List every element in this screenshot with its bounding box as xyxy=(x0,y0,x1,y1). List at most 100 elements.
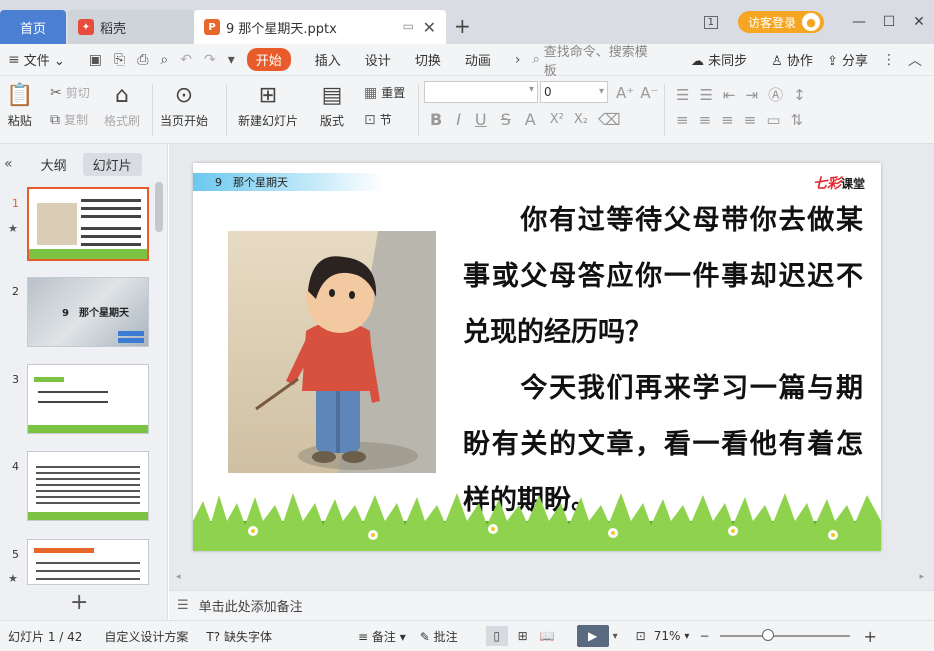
reset-button[interactable]: ▦ 重置 xyxy=(364,84,405,101)
file-menu[interactable]: 文件 ⌄ xyxy=(24,50,65,69)
panel-scrollbar[interactable] xyxy=(155,182,163,232)
underline-icon[interactable]: U xyxy=(475,110,487,129)
add-slide-button[interactable]: + xyxy=(70,590,88,615)
format-painter-button[interactable]: ⌂ 格式刷 xyxy=(104,80,140,129)
save-icon[interactable]: ▣ xyxy=(89,52,102,68)
close-tab-icon[interactable]: ✕ xyxy=(423,18,436,37)
increase-indent-icon[interactable]: ⇥ xyxy=(745,86,768,104)
slide-thumbnail-2[interactable]: 9 那个星期天 xyxy=(27,277,149,347)
bold-icon[interactable]: B xyxy=(430,110,442,129)
more-menus-icon[interactable]: › xyxy=(515,52,521,68)
redo-icon[interactable]: ↷ xyxy=(204,52,216,68)
zoom-chevron-icon[interactable]: ▾ xyxy=(684,631,689,642)
thumb-text xyxy=(36,562,140,564)
comments-toggle[interactable]: ✎ 批注 xyxy=(420,628,458,645)
new-tab-button[interactable]: + xyxy=(454,14,471,38)
canvas-scrollbar[interactable]: ◂ ▸ xyxy=(176,572,924,584)
monitor-icon[interactable]: ▭ xyxy=(403,19,414,33)
tab-home[interactable]: 首页 xyxy=(0,10,66,44)
slideshow-play-button[interactable]: ▶ xyxy=(576,625,609,647)
undo-icon[interactable]: ↶ xyxy=(180,52,192,68)
theme-name[interactable]: 自定义设计方案 xyxy=(104,628,188,645)
tab-outline[interactable]: 大纲 xyxy=(31,153,77,176)
menu-item-animation[interactable]: 动画 xyxy=(465,50,491,69)
align-right-icon[interactable]: ≡ xyxy=(721,111,744,129)
menu-item-home[interactable]: 开始 xyxy=(246,48,291,71)
reading-view-icon[interactable]: 📖 xyxy=(540,629,555,643)
scroll-right-icon[interactable]: ▸ xyxy=(919,572,924,582)
notes-pane[interactable]: ☰ 单击此处添加备注 xyxy=(169,590,934,620)
fit-window-icon[interactable]: ⊡ xyxy=(636,629,646,643)
align-center-icon[interactable]: ≡ xyxy=(699,111,722,129)
slide-body-text[interactable]: 你有过等待父母带你去做某事或父母答应你一件事却迟迟不兑现的经历吗？ 今天我们再来… xyxy=(463,193,863,529)
login-button[interactable]: 访客登录 ● xyxy=(737,11,824,33)
shrink-font-icon[interactable]: A⁻ xyxy=(640,84,658,102)
line-spacing-icon[interactable]: ↕ xyxy=(793,86,816,104)
numbered-list-icon[interactable]: ☰ xyxy=(699,86,722,104)
menu-item-insert[interactable]: 插入 xyxy=(315,50,341,69)
export-icon[interactable]: ⎘ xyxy=(114,52,125,68)
window-count-badge[interactable]: 1 xyxy=(703,15,718,29)
layout-button[interactable]: ▤ 版式 xyxy=(320,80,344,129)
preview-icon[interactable]: ⌕ xyxy=(160,52,168,68)
slide-thumbnail-4[interactable] xyxy=(27,451,149,521)
subscript-icon[interactable]: X₂ xyxy=(574,112,588,127)
superscript-icon[interactable]: X² xyxy=(550,112,564,127)
slide-sorter-icon[interactable]: ⊞ xyxy=(518,629,528,643)
slide-thumbnail-1[interactable] xyxy=(27,187,149,261)
font-name-select[interactable]: ▾ xyxy=(424,81,538,103)
customize-icon[interactable]: ▾ xyxy=(228,52,235,68)
notes-toggle[interactable]: ≡ 备注 ▾ xyxy=(358,628,406,645)
strikethrough-icon[interactable]: S xyxy=(501,110,511,129)
thumb2-title: 9 那个星期天 xyxy=(62,308,129,319)
align-left-icon[interactable]: ≡ xyxy=(676,111,699,129)
collapse-panel-icon[interactable]: « xyxy=(4,156,13,172)
share-button[interactable]: ⇪ 分享 xyxy=(827,50,868,69)
sync-button[interactable]: ☁ 未同步 xyxy=(691,50,747,69)
slide-thumbnail-5[interactable] xyxy=(27,539,149,585)
zoom-slider[interactable] xyxy=(719,629,850,641)
italic-icon[interactable]: I xyxy=(456,110,461,129)
menu-icon[interactable]: ≡ xyxy=(8,52,20,68)
decrease-indent-icon[interactable]: ⇤ xyxy=(723,86,746,104)
new-slide-button[interactable]: ⊞ 新建幻灯片 xyxy=(238,80,298,129)
distribute-icon[interactable]: ▭ xyxy=(766,111,790,129)
text-direction-icon[interactable]: Ⓐ xyxy=(768,84,793,105)
collab-button[interactable]: ♙ 协作 xyxy=(771,50,813,69)
menu-item-design[interactable]: 设计 xyxy=(365,50,391,69)
minimize-icon[interactable]: — xyxy=(844,14,874,30)
grow-font-icon[interactable]: A⁺ xyxy=(616,84,634,102)
zoom-level[interactable]: 71% xyxy=(654,629,681,643)
tab-slides[interactable]: 幻灯片 xyxy=(82,152,142,176)
normal-view-icon[interactable]: ▯ xyxy=(485,626,508,646)
column-icon[interactable]: ⇅ xyxy=(791,111,814,129)
cut-button[interactable]: ✂ 剪切 xyxy=(50,84,90,101)
collapse-ribbon-icon[interactable]: ︿ xyxy=(908,50,922,70)
close-window-icon[interactable]: ✕ xyxy=(904,14,934,30)
play-current-button[interactable]: ⊙ 当页开始 xyxy=(160,80,208,129)
more-icon[interactable]: ⋮ xyxy=(882,52,896,68)
print-icon[interactable]: ⎙ xyxy=(137,52,148,68)
menu-item-transition[interactable]: 切换 xyxy=(415,50,441,69)
justify-icon[interactable]: ≡ xyxy=(744,111,767,129)
scroll-left-icon[interactable]: ◂ xyxy=(176,572,181,582)
zoom-slider-thumb[interactable] xyxy=(761,629,774,641)
slide-thumbnail-3[interactable] xyxy=(27,364,149,434)
zoom-out-icon[interactable]: − xyxy=(699,629,709,643)
tab-daoke[interactable]: ✦ 稻壳 xyxy=(68,10,194,44)
section-button[interactable]: ⊡ 节 xyxy=(364,111,392,128)
tab-document[interactable]: P 9 那个星期天.pptx ▭ ✕ xyxy=(194,10,446,44)
copy-button[interactable]: ⧉ 复制 xyxy=(50,111,88,128)
bullet-list-icon[interactable]: ☰ xyxy=(676,86,699,104)
maximize-icon[interactable]: ☐ xyxy=(874,14,904,30)
play-options-chevron-icon[interactable]: ▾ xyxy=(613,631,618,642)
current-slide[interactable]: 9 那个星期天 七彩课堂 你有过等待父母带你去做某事或父母答应你一件事却迟迟不兑… xyxy=(193,163,881,551)
font-color-icon[interactable]: A xyxy=(525,110,536,129)
font-size-select[interactable]: 0 ▾ xyxy=(540,81,608,103)
zoom-in-icon[interactable]: + xyxy=(864,627,877,646)
missing-font-button[interactable]: T? 缺失字体 xyxy=(206,628,272,645)
command-search[interactable]: ⌕ 查找命令、搜索模板 xyxy=(532,41,657,79)
eraser-icon[interactable]: ⌫ xyxy=(598,110,621,129)
divider xyxy=(418,84,419,136)
paste-button[interactable]: 📋 粘贴 xyxy=(6,80,33,129)
